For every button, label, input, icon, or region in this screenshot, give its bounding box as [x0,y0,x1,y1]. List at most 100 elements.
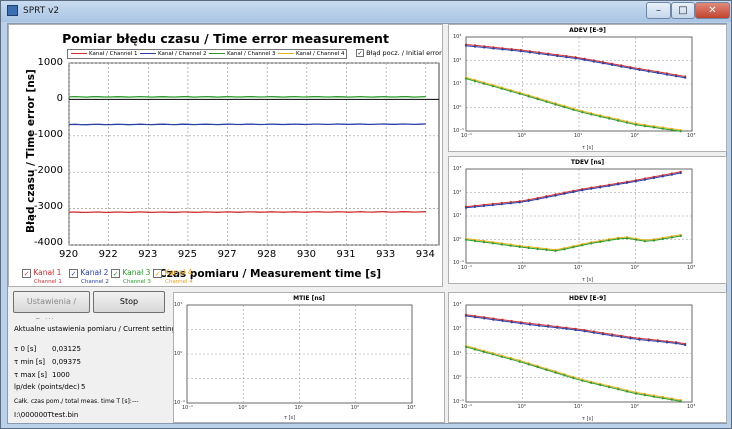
x-tick-label: 927 [217,249,237,260]
dev-point [519,50,522,53]
legend-item-ch3: Kanał / Channel 3 [209,51,275,57]
tdev-x-label: τ [s] [582,277,594,283]
dev-point [611,63,614,66]
dev-point [647,70,650,73]
dev-point [684,76,687,79]
dev-point [482,241,485,244]
small-y-tick: 10⁰ [453,236,462,243]
channel-3-checkbox[interactable]: ✓ Kanał 3 [111,268,150,278]
small-x-tick: 10³ [687,404,696,410]
dev-point [661,397,664,400]
dev-point [538,52,541,55]
y-tick-minus4000: -4000 [33,237,63,248]
x-tick-label: 934 [415,249,435,260]
dev-point [661,237,664,241]
dev-point [491,353,494,356]
dev-point [491,204,494,207]
dev-point [545,248,548,251]
taumax-value: 1000 [52,371,70,379]
channel-1-checkbox[interactable]: ✓ Kanał 1 [22,268,61,278]
channel-4-checkbox[interactable]: ✓ Kanał 4 [153,268,192,278]
small-y-tick: 10¹ [453,350,462,357]
dev-point [464,206,468,209]
dev-point [608,386,611,389]
dev-point [634,392,638,395]
dev-point [483,46,486,49]
dev-point [464,345,468,348]
dev-point [625,237,629,240]
small-y-tick: 10³ [453,302,462,308]
settings-title: Aktualne ustawienia pomiaru / Current se… [14,325,180,333]
channel-1-sublabel: Channel 1 [34,279,62,285]
taumin-label: τ min [s] [14,358,45,366]
close-button[interactable]: ✕ [695,2,730,19]
dev-point [647,339,650,342]
dev-point [611,334,614,337]
file-path: I:\000000Ttest.bin [14,411,79,419]
small-y-tick: 10⁰ [174,351,183,357]
minimize-button[interactable]: – [646,2,671,19]
small-y-tick: 10⁻¹ [453,128,465,134]
dev-point [599,186,602,189]
small-x-tick: 10⁰ [517,133,526,139]
dev-point [652,395,655,398]
dev-point [464,44,468,47]
dev-point [518,92,521,95]
dev-point [464,238,468,241]
small-x-tick: 10² [630,265,639,271]
dev-point [545,368,548,371]
small-y-tick: 10⁻¹ [453,260,465,266]
small-x-tick: 10² [630,133,639,139]
dev-point [474,316,477,319]
dev-point [638,68,641,71]
hdev-chart-panel: HDEV [E-9] τ [s] 10⁻¹ 10⁰ 10¹ 10² 10³ 10³ 10² 1… [448,292,727,423]
dev-point [545,100,548,103]
small-x-tick: 10² [350,405,360,411]
dev-point [625,390,629,393]
dev-point [661,175,664,178]
dev-point [634,180,638,183]
small-x-tick: 10⁰ [517,265,526,271]
x-tick-label: 931 [336,249,356,260]
dev-point [572,377,575,380]
small-x-tick: 10³ [687,265,696,271]
dev-point [491,85,494,88]
dev-point [527,363,530,366]
dev-point [581,244,584,247]
dev-point [491,242,494,245]
dev-point [599,115,602,118]
dev-point [620,65,623,68]
dev-point [629,337,632,340]
maximize-button[interactable]: □ [671,2,695,19]
dev-point [563,248,566,251]
dev-point [679,130,682,133]
mtie-x-label: τ [s] [284,415,296,421]
small-x-tick: 10⁰ [517,404,526,410]
dev-point [473,348,476,351]
dev-point [670,173,673,176]
dev-point [608,117,611,120]
dev-point [554,103,557,106]
settings-button[interactable]: Ustawienia / Settings [13,291,90,326]
dev-point [625,121,629,124]
channel-4-sublabel: Channel 4 [165,279,193,285]
dev-point [483,317,486,320]
dev-point [536,198,539,201]
time-error-chart-panel: Pomiar błędu czasu / Time error measurem… [8,24,443,287]
dev-point [556,326,559,329]
stop-button[interactable]: Stop [93,291,165,313]
dev-point [643,394,646,397]
x-tick-label: 925 [177,249,198,260]
dev-point [583,58,586,61]
app-window: SPRT v2 – □ ✕ Pomiar błędu czasu / Time … [0,0,732,429]
dev-point [620,335,623,339]
dev-point [528,51,531,54]
dev-point [617,237,620,240]
dev-point [592,331,595,334]
dev-point [634,238,638,241]
dev-point [510,49,513,52]
total-time-value: --- [132,398,139,405]
initial-error-checkbox[interactable]: ✓ Błąd pocz. / Initial error [356,49,442,57]
channel-2-checkbox[interactable]: ✓ Kanał 2 [69,268,108,278]
small-y-tick: 10¹ [453,81,462,87]
